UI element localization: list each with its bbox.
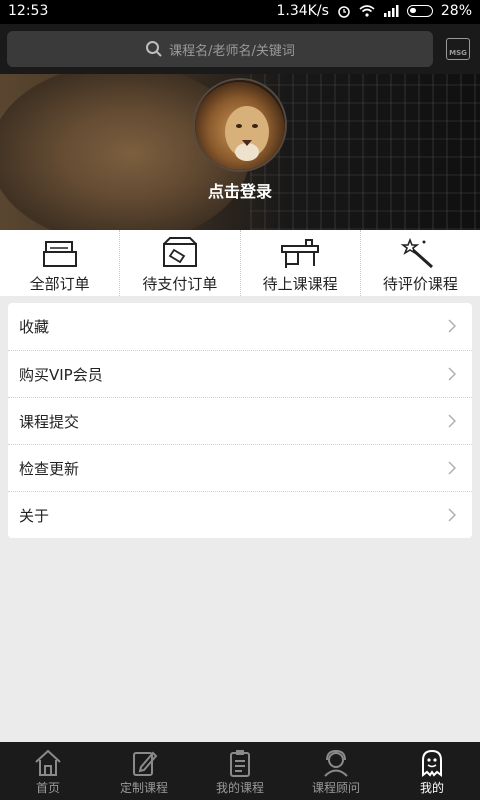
menu-item-label: 购买VIP会员 — [19, 365, 103, 384]
message-button[interactable]: MSG — [446, 38, 470, 60]
order-shortcuts: 全部订单 待支付订单 待上课课程 待评价课程 — [0, 230, 480, 296]
bottom-tab-bar: 首页 定制课程 我的课程 课程顾问 我的 — [0, 742, 480, 800]
tab-my-courses[interactable]: 我的课程 — [192, 742, 288, 800]
search-input[interactable]: 课程名/老师名/关键词 — [7, 31, 433, 67]
status-time: 12:53 — [8, 3, 49, 19]
status-bar: 12:53 1.34K/s 28% — [0, 0, 480, 24]
search-icon — [146, 41, 162, 57]
advisor-icon — [324, 749, 348, 777]
battery-percent: 28% — [440, 3, 472, 19]
orders-icon — [42, 241, 77, 267]
ghost-icon — [422, 749, 442, 777]
upcoming-class-button[interactable]: 待上课课程 — [239, 230, 360, 296]
payment-icon — [162, 237, 197, 267]
message-label: MSG — [449, 49, 467, 57]
order-label: 待上课课程 — [262, 275, 338, 293]
classroom-icon — [281, 239, 320, 268]
order-label: 待评价课程 — [382, 275, 458, 293]
battery-icon — [406, 5, 433, 17]
menu-item-label: 收藏 — [19, 318, 50, 336]
order-label: 待支付订单 — [142, 275, 218, 293]
tab-mine[interactable]: 我的 — [384, 742, 480, 800]
avatar[interactable] — [193, 78, 287, 172]
alarm-icon — [338, 6, 350, 18]
top-bar: 课程名/老师名/关键词 MSG — [0, 24, 480, 74]
menu-item-about[interactable]: 关于 — [8, 491, 472, 538]
order-label: 全部订单 — [29, 275, 90, 293]
search-placeholder: 课程名/老师名/关键词 — [169, 43, 295, 59]
tab-home[interactable]: 首页 — [0, 742, 96, 800]
menu-item-submit-course[interactable]: 课程提交 — [8, 397, 472, 444]
settings-menu: 收藏 购买VIP会员 课程提交 检查更新 关于 — [8, 303, 472, 538]
tab-label: 首页 — [35, 781, 60, 795]
tab-label: 我的课程 — [215, 781, 264, 795]
tab-course-advisor[interactable]: 课程顾问 — [288, 742, 384, 800]
chevron-right-icon — [448, 367, 456, 381]
network-speed: 1.34K/s — [276, 3, 329, 19]
banner-background-texture — [250, 74, 480, 230]
wifi-icon — [359, 5, 375, 17]
menu-item-label: 关于 — [19, 506, 50, 525]
edit-icon — [133, 751, 158, 776]
menu-item-label: 课程提交 — [19, 412, 80, 431]
menu-item-favorites[interactable]: 收藏 — [8, 303, 472, 350]
tab-label: 我的 — [419, 781, 444, 795]
profile-banner: 点击登录 — [0, 74, 480, 230]
chevron-right-icon — [448, 319, 456, 333]
home-icon — [35, 749, 61, 776]
clipboard-icon — [230, 750, 250, 777]
menu-item-check-update[interactable]: 检查更新 — [8, 444, 472, 491]
tab-custom-course[interactable]: 定制课程 — [96, 742, 192, 800]
lion-avatar-image — [195, 80, 285, 170]
menu-item-buy-vip[interactable]: 购买VIP会员 — [8, 350, 472, 397]
menu-item-label: 检查更新 — [19, 459, 80, 478]
pending-review-button[interactable]: 待评价课程 — [359, 230, 480, 296]
tab-label: 定制课程 — [119, 781, 168, 795]
chevron-right-icon — [448, 414, 456, 428]
tab-label: 课程顾问 — [311, 781, 360, 795]
signal-icon — [383, 5, 399, 17]
chevron-right-icon — [448, 508, 456, 522]
all-orders-button[interactable]: 全部订单 — [0, 230, 119, 296]
pending-payment-button[interactable]: 待支付订单 — [119, 230, 239, 296]
login-link[interactable]: 点击登录 — [0, 178, 480, 202]
chevron-right-icon — [448, 461, 456, 475]
magic-wand-icon — [400, 237, 434, 269]
